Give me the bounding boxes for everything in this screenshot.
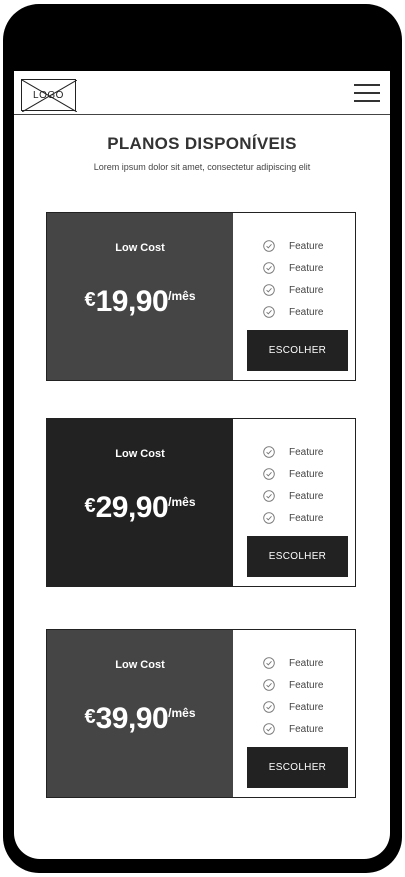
feature-label: Feature — [289, 723, 324, 735]
page-title: PLANOS DISPONÍVEIS — [107, 134, 297, 153]
feature-item: Feature — [263, 507, 323, 529]
feature-item: Feature — [263, 441, 323, 463]
price-period: /mês — [168, 706, 196, 720]
plan-card: Low Cost €29,90/mês Feature Feature Feat… — [46, 418, 356, 587]
feature-item: Feature — [263, 674, 323, 696]
feature-item: Feature — [263, 257, 323, 279]
feature-item: Feature — [263, 301, 323, 323]
check-circle-icon — [263, 262, 275, 274]
feature-label: Feature — [289, 262, 324, 274]
header: LOGO — [14, 71, 390, 115]
choose-plan-button[interactable]: ESCOLHER — [247, 747, 348, 788]
phone-frame: LOGO PLANOS DISPONÍVEIS Lorem ipsum dolo… — [3, 4, 402, 873]
price-amount: 39,90 — [95, 702, 169, 735]
check-circle-icon — [263, 446, 275, 458]
feature-label: Feature — [289, 446, 324, 458]
plan-price: €29,90/mês — [47, 491, 233, 525]
plan-price-panel: Low Cost €29,90/mês — [47, 419, 233, 586]
feature-label: Feature — [289, 701, 324, 713]
check-circle-icon — [263, 723, 275, 735]
check-circle-icon — [263, 701, 275, 713]
check-circle-icon — [263, 240, 275, 252]
choose-plan-button[interactable]: ESCOLHER — [247, 330, 348, 371]
plan-name: Low Cost — [115, 659, 165, 671]
feature-list: Feature Feature Feature Feature — [263, 235, 323, 323]
choose-plan-button[interactable]: ESCOLHER — [247, 536, 348, 577]
feature-list: Feature Feature Feature Feature — [263, 652, 323, 740]
plan-price: €39,90/mês — [47, 702, 233, 736]
price-currency: € — [84, 495, 96, 517]
feature-label: Feature — [289, 657, 324, 669]
price-amount: 29,90 — [95, 491, 169, 524]
feature-item: Feature — [263, 235, 323, 257]
feature-item: Feature — [263, 463, 323, 485]
logo[interactable]: LOGO — [21, 79, 77, 112]
hamburger-menu-icon[interactable] — [354, 84, 380, 104]
check-circle-icon — [263, 306, 275, 318]
check-circle-icon — [263, 468, 275, 480]
feature-item: Feature — [263, 485, 323, 507]
price-period: /mês — [168, 495, 196, 509]
feature-label: Feature — [289, 512, 324, 524]
plan-price-panel: Low Cost €19,90/mês — [47, 213, 233, 380]
plan-price: €19,90/mês — [47, 285, 233, 319]
plan-card: Low Cost €39,90/mês Feature Feature Feat… — [46, 629, 356, 798]
check-circle-icon — [263, 284, 275, 296]
screen: LOGO PLANOS DISPONÍVEIS Lorem ipsum dolo… — [14, 71, 390, 859]
price-currency: € — [84, 289, 96, 311]
plan-card: Low Cost €19,90/mês Feature Feature Feat… — [46, 212, 356, 381]
price-period: /mês — [168, 289, 196, 303]
check-circle-icon — [263, 490, 275, 502]
feature-label: Feature — [289, 468, 324, 480]
feature-label: Feature — [289, 284, 324, 296]
price-amount: 19,90 — [95, 285, 169, 318]
check-circle-icon — [263, 679, 275, 691]
feature-item: Feature — [263, 279, 323, 301]
feature-label: Feature — [289, 306, 324, 318]
price-currency: € — [84, 706, 96, 728]
feature-item: Feature — [263, 696, 323, 718]
plan-price-panel: Low Cost €39,90/mês — [47, 630, 233, 797]
logo-text: LOGO — [33, 89, 64, 101]
feature-list: Feature Feature Feature Feature — [263, 441, 323, 529]
feature-label: Feature — [289, 679, 324, 691]
feature-item: Feature — [263, 652, 323, 674]
feature-item: Feature — [263, 718, 323, 740]
plan-name: Low Cost — [115, 448, 165, 460]
plan-name: Low Cost — [115, 242, 165, 254]
page-subtitle: Lorem ipsum dolor sit amet, consectetur … — [93, 162, 311, 172]
feature-label: Feature — [289, 490, 324, 502]
check-circle-icon — [263, 657, 275, 669]
check-circle-icon — [263, 512, 275, 524]
feature-label: Feature — [289, 240, 324, 252]
